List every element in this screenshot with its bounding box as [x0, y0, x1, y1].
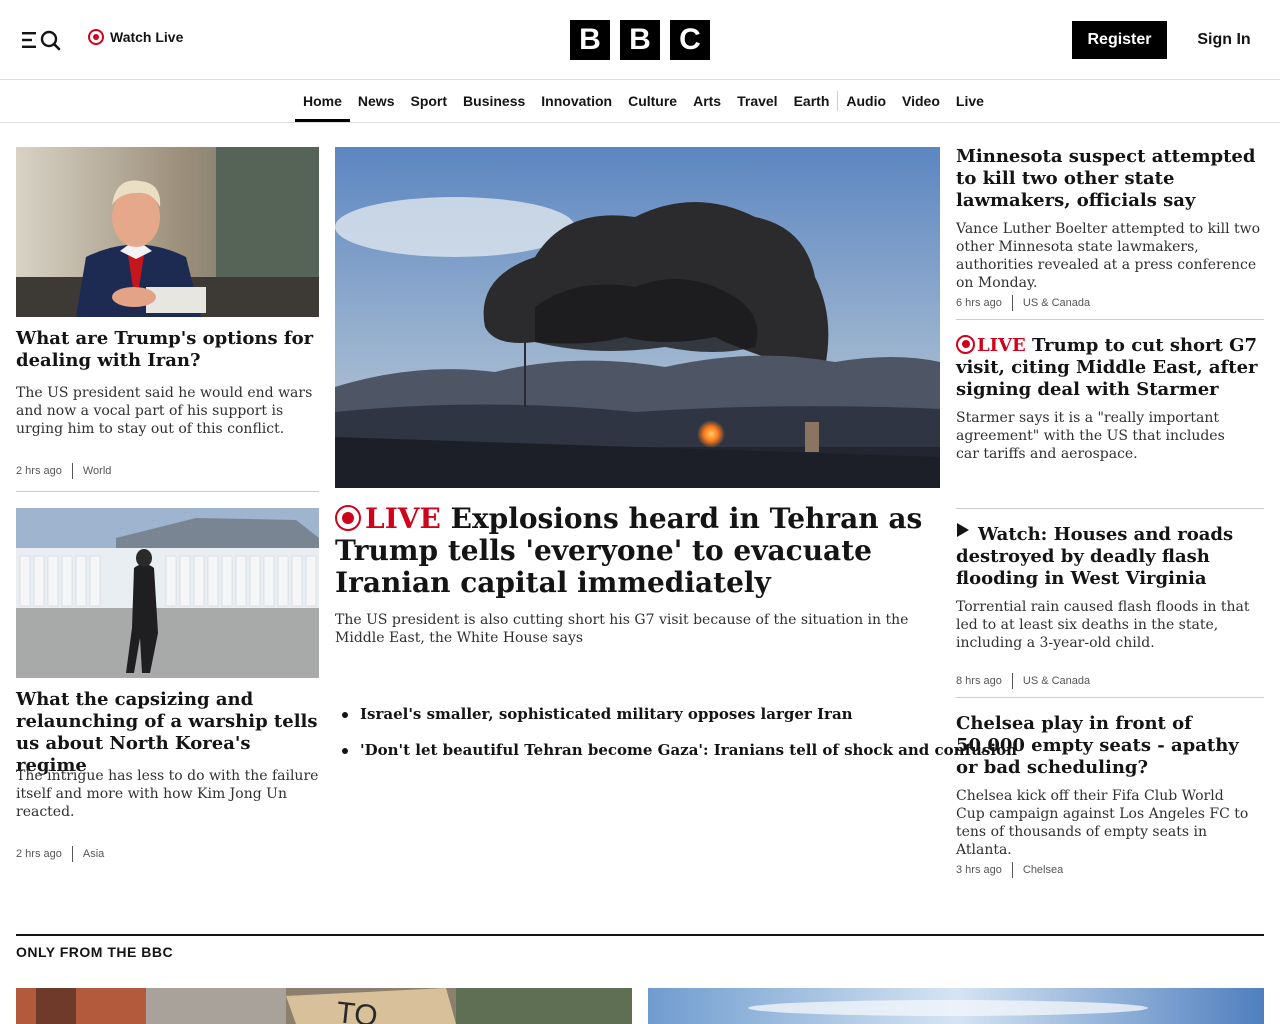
- nav-item-earth[interactable]: Earth: [786, 80, 838, 122]
- section-title-only-from-bbc: ONLY FROM THE BBC: [16, 944, 174, 960]
- logo-letter-b1: B: [570, 20, 610, 60]
- feature-image-left[interactable]: TO: [16, 988, 632, 1024]
- svg-text:TO: TO: [335, 996, 379, 1024]
- story-title-flooding[interactable]: Watch: Houses and roads destroyed by dea…: [956, 522, 1266, 590]
- nav-item-sport[interactable]: Sport: [402, 80, 455, 122]
- north-korea-photo: [16, 508, 319, 678]
- story-category[interactable]: World: [83, 465, 112, 477]
- live-label: LIVE: [977, 335, 1026, 356]
- nav-item-business[interactable]: Business: [455, 80, 533, 122]
- trump-photo: [16, 147, 319, 317]
- story-title-chelsea[interactable]: Chelsea play in front of 50,000 empty se…: [956, 713, 1266, 779]
- menu-search-button[interactable]: [20, 28, 64, 52]
- story-meta-trump-options: 2 hrs ago World: [16, 462, 111, 480]
- story-meta-north-korea: 2 hrs ago Asia: [16, 845, 104, 863]
- story-summary-flooding: Torrential rain caused flash floods in t…: [956, 599, 1250, 651]
- story-meta-chelsea: 3 hrs ago Chelsea: [956, 861, 1063, 879]
- live-badge: LIVE: [956, 334, 1026, 356]
- story-meta-minnesota: 6 hrs ago US & Canada: [956, 294, 1090, 312]
- story-category[interactable]: Asia: [83, 848, 104, 860]
- site-header: Watch Live B B C Register Sign In: [0, 0, 1280, 80]
- nav-item-live[interactable]: Live: [948, 80, 992, 122]
- story-divider: [956, 508, 1264, 509]
- story-image-trump[interactable]: [16, 147, 319, 317]
- feature-image-right[interactable]: [648, 988, 1264, 1024]
- main-story-summary: The US president is also cutting short h…: [335, 612, 909, 646]
- related-stories-list: Israel's smaller, sophisticated military…: [340, 704, 1017, 776]
- story-title-trump-options[interactable]: What are Trump's options for dealing wit…: [16, 328, 319, 372]
- watch-live-link[interactable]: Watch Live: [88, 29, 183, 45]
- story-title-g7[interactable]: LIVE Trump to cut short G7 visit, citing…: [956, 334, 1266, 401]
- meta-divider: [1011, 673, 1013, 689]
- story-meta-flooding: 8 hrs ago US & Canada: [956, 672, 1090, 690]
- story-time: 6 hrs ago: [956, 297, 1002, 309]
- live-badge: LIVE: [335, 502, 441, 535]
- meta-divider: [71, 846, 73, 862]
- related-story-link[interactable]: 'Don't let beautiful Tehran become Gaza'…: [340, 740, 1017, 760]
- story-summary-g7: Starmer says it is a "really important a…: [956, 410, 1225, 462]
- story-divider: [956, 319, 1264, 320]
- nav-item-audio[interactable]: Audio: [838, 80, 894, 122]
- related-story-link[interactable]: Israel's smaller, sophisticated military…: [340, 704, 950, 724]
- tehran-smoke-photo: [335, 147, 940, 488]
- menu-icon: [22, 30, 61, 51]
- register-button[interactable]: Register: [1072, 21, 1167, 59]
- story-summary-chelsea: Chelsea kick off their Fifa Club World C…: [956, 788, 1249, 858]
- story-category[interactable]: Chelsea: [1023, 864, 1063, 876]
- main-story-image[interactable]: [335, 147, 940, 488]
- sign-in-button[interactable]: Sign In: [1188, 21, 1260, 59]
- bbc-logo[interactable]: B B C: [570, 20, 710, 60]
- story-image-north-korea[interactable]: [16, 508, 319, 678]
- sky-photo: [648, 988, 1264, 1024]
- story-time: 3 hrs ago: [956, 864, 1002, 876]
- story-category[interactable]: US & Canada: [1023, 675, 1090, 687]
- live-icon: [335, 504, 361, 531]
- story-summary-trump-options: The US president said he would end wars …: [16, 385, 313, 437]
- story-divider: [16, 491, 319, 492]
- nav-item-arts[interactable]: Arts: [685, 80, 729, 122]
- nav-item-home[interactable]: Home: [295, 80, 350, 122]
- live-icon: [956, 334, 975, 354]
- live-icon: [88, 29, 104, 45]
- protest-photo: TO: [16, 988, 632, 1024]
- logo-letter-c: C: [670, 20, 710, 60]
- story-time: 2 hrs ago: [16, 848, 62, 860]
- nav-item-video[interactable]: Video: [894, 80, 948, 122]
- meta-divider: [71, 463, 73, 479]
- nav-item-culture[interactable]: Culture: [620, 80, 685, 122]
- nav-item-news[interactable]: News: [350, 80, 403, 122]
- play-icon: [956, 522, 970, 544]
- nav-item-innovation[interactable]: Innovation: [533, 80, 620, 122]
- story-time: 8 hrs ago: [956, 675, 1002, 687]
- story-time: 2 hrs ago: [16, 465, 62, 477]
- main-story-title[interactable]: LIVE Explosions heard in Tehran as Trump…: [335, 503, 940, 599]
- story-summary-north-korea: The intrigue has less to do with the fai…: [16, 768, 319, 820]
- story-title-minnesota[interactable]: Minnesota suspect attempted to kill two …: [956, 146, 1266, 212]
- nav-item-travel[interactable]: Travel: [729, 80, 785, 122]
- live-label: LIVE: [365, 502, 441, 535]
- story-summary-minnesota: Vance Luther Boelter attempted to kill t…: [956, 221, 1261, 291]
- story-headline: Watch: Houses and roads destroyed by dea…: [956, 524, 1234, 589]
- story-title-north-korea[interactable]: What the capsizing and relaunching of a …: [16, 689, 319, 777]
- story-divider: [956, 697, 1264, 698]
- main-navigation: Home News Sport Business Innovation Cult…: [0, 80, 1280, 123]
- logo-letter-b2: B: [620, 20, 660, 60]
- story-category[interactable]: US & Canada: [1023, 297, 1090, 309]
- meta-divider: [1011, 295, 1013, 311]
- watch-live-label: Watch Live: [110, 29, 184, 45]
- section-rule: [16, 934, 1264, 936]
- meta-divider: [1011, 862, 1013, 878]
